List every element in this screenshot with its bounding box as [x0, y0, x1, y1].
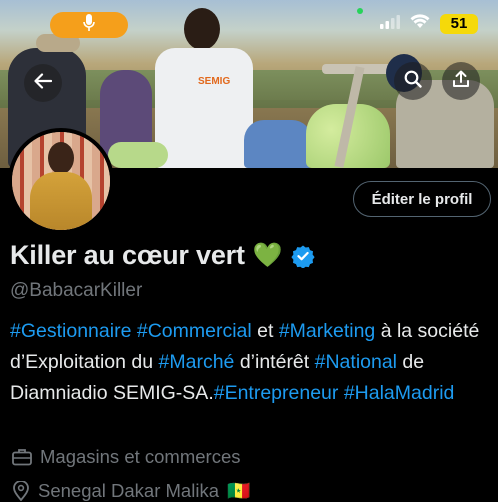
battery-icon: 51: [440, 14, 478, 34]
category-label: Magasins et commerces: [40, 446, 241, 467]
camera-indicator: [357, 8, 363, 14]
search-icon: [404, 70, 422, 93]
hashtag-link[interactable]: #Marketing: [279, 320, 375, 342]
profile-category: Magasins et commerces: [12, 446, 240, 468]
hashtag-link[interactable]: #Gestionnaire: [10, 320, 131, 342]
edit-profile-button[interactable]: Éditer le profil: [353, 181, 491, 217]
bio-text: et: [251, 320, 279, 342]
status-bar: 51: [0, 0, 498, 44]
hashtag-link[interactable]: #HalaMadrid: [344, 382, 455, 404]
display-name: Killer au cœur vert: [10, 240, 245, 270]
profile-bio: #Gestionnaire #Commercial et #Marketing …: [10, 316, 494, 409]
search-button[interactable]: [394, 62, 432, 100]
recording-pill[interactable]: [50, 12, 128, 38]
banner-melons-left: [108, 142, 168, 168]
avatar-outfit: [30, 172, 92, 230]
hashtag-link[interactable]: #National: [315, 351, 397, 373]
wifi-icon: [410, 14, 430, 34]
share-icon: [452, 70, 470, 93]
profile-avatar[interactable]: [8, 128, 114, 234]
display-name-row: Killer au cœur vert 💚: [10, 240, 315, 271]
banner-shirt-logo: SEMIG: [198, 76, 231, 87]
signal-icon: [380, 14, 400, 34]
hashtag-link[interactable]: #Commercial: [137, 320, 252, 342]
share-button[interactable]: [442, 62, 480, 100]
profile-handle: @BabacarKiller: [10, 280, 143, 301]
briefcase-icon: [12, 448, 32, 466]
back-arrow-icon: [34, 72, 53, 94]
banner-person-center: [155, 48, 253, 168]
profile-location: Senegal Dakar Malika 🇸🇳: [12, 480, 250, 502]
microphone-icon: [83, 13, 95, 37]
hashtag-link[interactable]: #Marché: [159, 351, 235, 373]
location-label: Senegal Dakar Malika: [38, 480, 219, 501]
hashtag-link[interactable]: #Entrepreneur: [214, 382, 339, 404]
banner-person-blue: [244, 120, 312, 168]
back-button[interactable]: [24, 64, 62, 102]
bio-text: d’intérêt: [234, 351, 315, 373]
green-heart-emoji: 💚: [252, 242, 283, 269]
battery-level: 51: [450, 15, 468, 32]
senegal-flag-emoji: 🇸🇳: [226, 480, 251, 501]
avatar-head: [48, 142, 74, 174]
verified-badge-icon[interactable]: [291, 244, 315, 268]
location-pin-icon: [12, 481, 30, 501]
